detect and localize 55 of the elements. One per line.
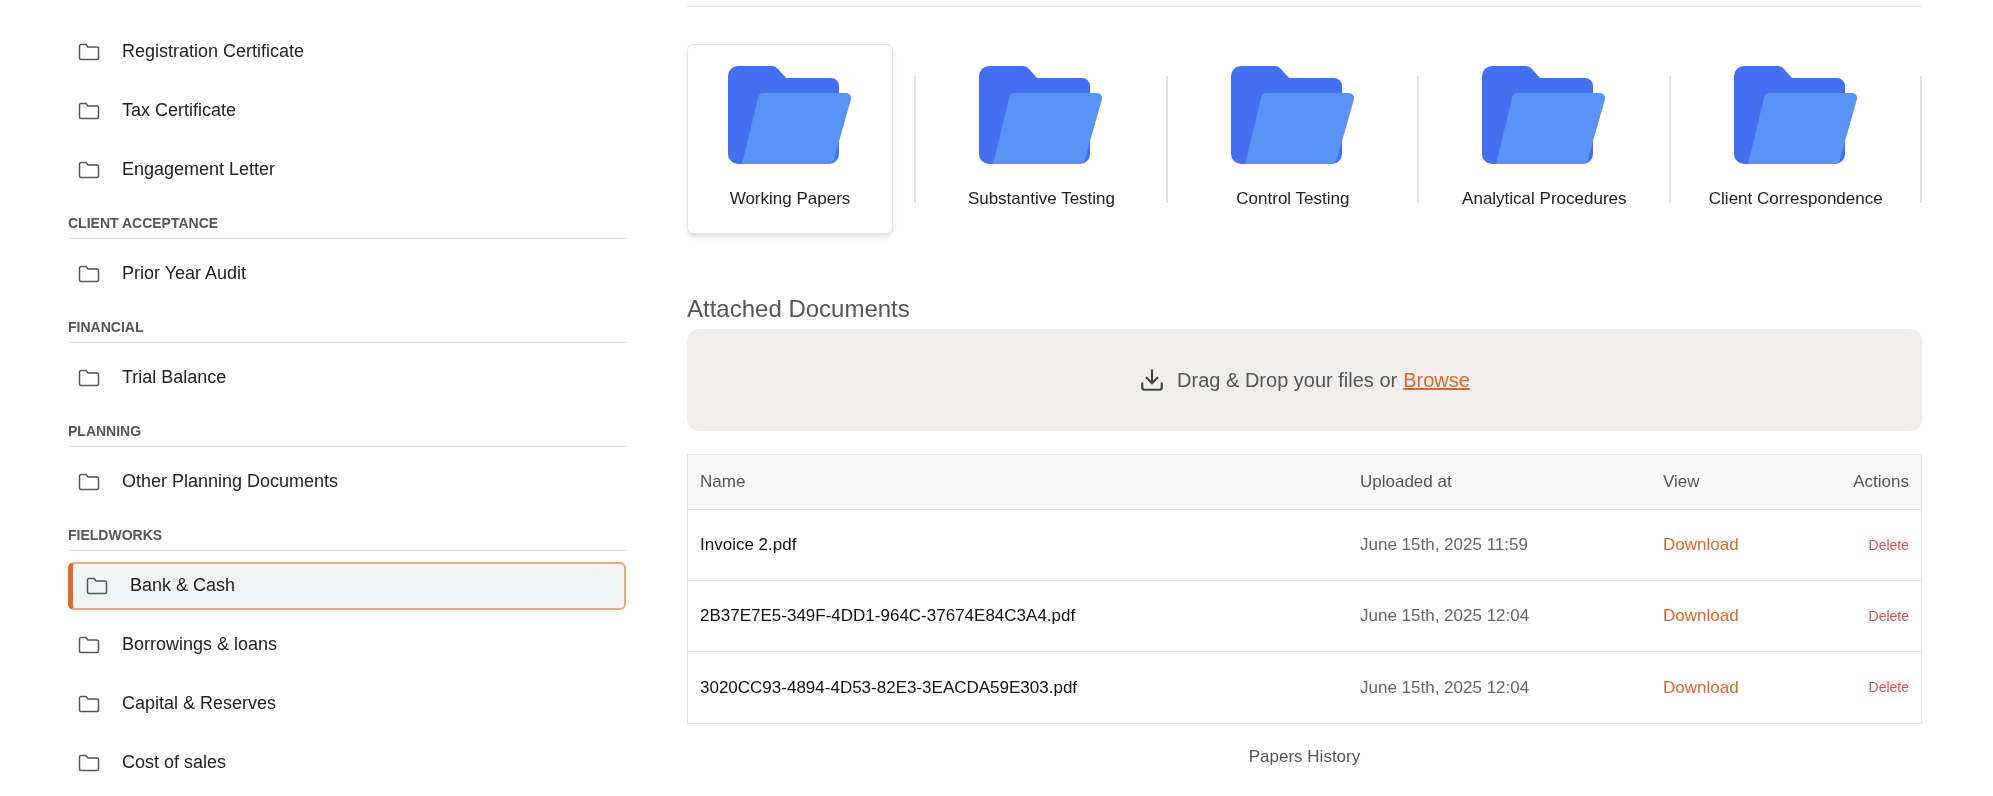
section-header: PLANNING [68, 423, 142, 439]
folder-card[interactable]: Substantive Testing [938, 44, 1145, 234]
folder-icon [78, 694, 100, 713]
folder-card[interactable]: Client Correspondence [1692, 44, 1899, 234]
column-header: View [1663, 471, 1701, 494]
file-name: 3020CC93-4894-4D53-82E3-3EACDA59E303.pdf [700, 677, 1078, 697]
sidebar-item[interactable]: Cost of sales [68, 738, 626, 787]
upload-date: June 15th, 2025 12:04 [1360, 606, 1530, 626]
folder-icon [728, 65, 852, 164]
folder-card[interactable]: Working Papers [687, 44, 893, 234]
sidebar-item[interactable]: Capital & Reserves [68, 679, 626, 728]
sidebar-item[interactable]: Bank & Cash [68, 561, 626, 610]
sidebar-item[interactable]: Tax Certificate [68, 86, 626, 135]
drop-zone[interactable]: Drag & Drop your files or Browse [687, 329, 1922, 431]
folder-icon [78, 753, 100, 772]
delete-button[interactable]: Delete [1868, 605, 1909, 627]
sidebar-item[interactable]: Trial Balance [68, 353, 626, 402]
delete-button[interactable]: Delete [1868, 677, 1909, 698]
column-header: Uploaded at [1360, 471, 1453, 494]
sidebar-item[interactable]: Registration Certificate [68, 27, 626, 76]
section-title: Attached Documents [687, 294, 911, 324]
download-link[interactable]: Download [1663, 677, 1739, 697]
upload-date: June 15th, 2025 12:04 [1360, 677, 1530, 697]
file-name: 2B37E7E5-349F-4DD1-964C-37674E84C3A4.pdf [700, 606, 1076, 626]
folder-icon [78, 101, 100, 120]
folder-icon [1482, 65, 1607, 164]
papers-history-link[interactable]: Papers History [1248, 744, 1361, 770]
drop-text: Drag & Drop your files or [1177, 368, 1398, 393]
upload-date: June 15th, 2025 11:59 [1360, 535, 1528, 555]
section-header: FINANCIAL [68, 319, 144, 335]
sidebar-item[interactable]: Engagement Letter [68, 145, 626, 194]
download-link[interactable]: Download [1663, 535, 1739, 555]
section-header: FIELDWORKS [68, 527, 163, 543]
folder-icon [78, 635, 100, 654]
sidebar-item[interactable]: Borrowings & loans [68, 620, 626, 669]
folder-icon [1733, 65, 1858, 164]
folder-icon [979, 65, 1104, 164]
folder-icon [1230, 65, 1355, 164]
section-header: CLIENT ACCEPTANCE [68, 215, 219, 231]
file-name: Invoice 2.pdf [700, 535, 797, 555]
delete-button[interactable]: Delete [1868, 534, 1909, 556]
folder-card[interactable]: Control Testing [1189, 44, 1396, 234]
column-header: Actions [1852, 471, 1909, 494]
folder-icon [78, 42, 100, 61]
folder-icon [78, 160, 100, 179]
folder-card[interactable]: Analytical Procedures [1441, 44, 1648, 234]
folder-icon [78, 368, 100, 387]
folder-icon [78, 264, 100, 283]
column-header: Name [700, 471, 747, 494]
download-link[interactable]: Download [1663, 606, 1739, 626]
folder-icon [78, 472, 100, 491]
sidebar-item[interactable]: Prior Year Audit [68, 249, 626, 298]
download-icon [1139, 367, 1166, 393]
folder-icon [86, 576, 108, 595]
sidebar-item[interactable]: Other Planning Documents [68, 457, 626, 506]
